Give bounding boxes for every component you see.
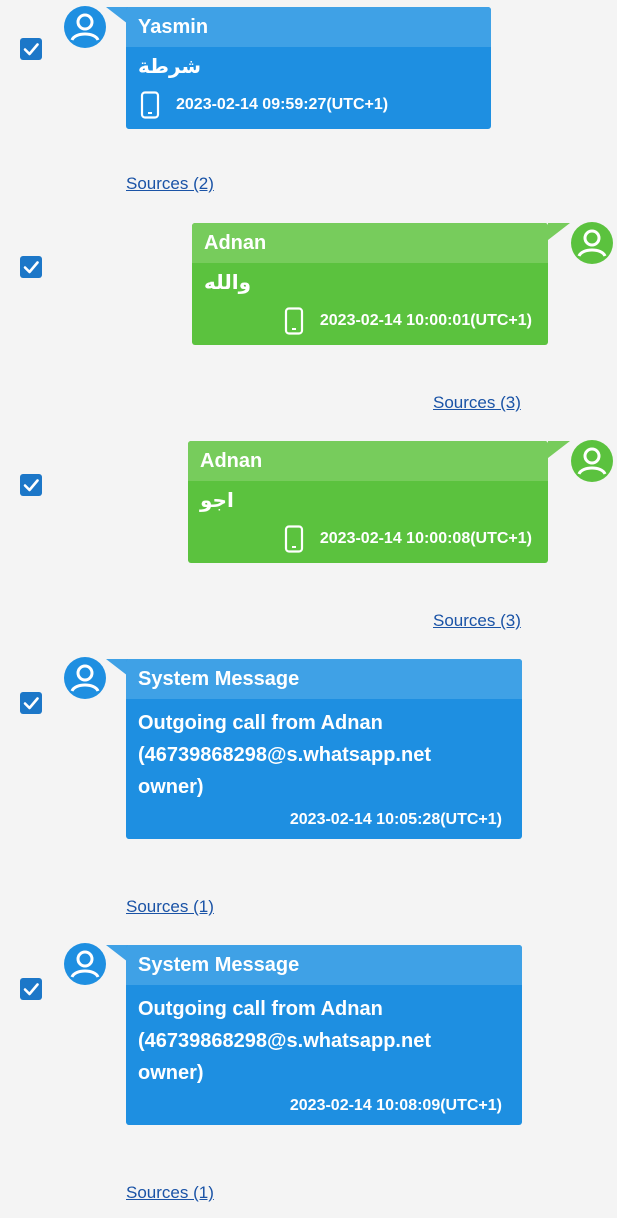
message-checkbox[interactable] (20, 38, 42, 60)
phone-icon (284, 525, 303, 553)
checkmark-icon (23, 983, 39, 996)
checkmark-icon (23, 697, 39, 710)
system-message-text: Outgoing call from Adnan (46739868298@s.… (126, 985, 522, 1091)
phone-icon (284, 307, 303, 335)
sources-link[interactable]: Sources (3) (433, 611, 521, 631)
bubble-tail (106, 7, 128, 24)
message-checkbox[interactable] (20, 692, 42, 714)
avatar (571, 440, 613, 482)
user-avatar-icon (64, 943, 106, 985)
sources-link[interactable]: Sources (1) (126, 1183, 214, 1203)
message-bubble: Adnan والله 2023-02-14 10:00:01(UTC+1) (192, 223, 548, 345)
message-checkbox[interactable] (20, 978, 42, 1000)
message-bubble: System Message Outgoing call from Adnan … (126, 659, 522, 839)
sources-link[interactable]: Sources (2) (126, 174, 214, 194)
message-line: Outgoing call from Adnan (138, 998, 383, 1020)
message-text: والله (204, 272, 252, 294)
avatar (64, 657, 106, 699)
message-meta: 2023-02-14 10:08:09(UTC+1) (126, 1091, 522, 1125)
message-timestamp: 2023-02-14 10:00:08(UTC+1) (319, 530, 532, 547)
message-line: owner) (138, 1062, 204, 1084)
bubble-tail (106, 659, 128, 676)
message-text: شرطة (138, 56, 202, 78)
message-bubble: Yasmin شرطة 2023-02-14 09:59:27(UTC+1) (126, 7, 491, 129)
message-bubble: Adnan اجو 2023-02-14 10:00:08(UTC+1) (188, 441, 548, 563)
bubble-tail (106, 945, 128, 962)
message-meta: 2023-02-14 10:00:08(UTC+1) (188, 519, 548, 563)
message-text: اجو (200, 490, 234, 512)
user-avatar-icon (571, 440, 613, 482)
message-meta: 2023-02-14 09:59:27(UTC+1) (126, 85, 491, 129)
checkmark-icon (23, 43, 39, 56)
phone-icon (140, 91, 160, 119)
message-timestamp: 2023-02-14 10:08:09(UTC+1) (289, 1097, 502, 1114)
message-sender: Yasmin (126, 7, 491, 47)
message-sender: Adnan (192, 223, 548, 263)
message-checkbox[interactable] (20, 256, 42, 278)
sources-link[interactable]: Sources (1) (126, 897, 214, 917)
message-line: (46739868298@s.whatsapp.net (138, 1030, 431, 1052)
message-line: (46739868298@s.whatsapp.net (138, 744, 431, 766)
checkmark-icon (23, 479, 39, 492)
system-message-text: Outgoing call from Adnan (46739868298@s.… (126, 699, 522, 805)
avatar (64, 943, 106, 985)
message-sender: System Message (126, 945, 522, 985)
message-line: owner) (138, 776, 204, 798)
checkmark-icon (23, 261, 39, 274)
user-avatar-icon (64, 6, 106, 48)
message-checkbox[interactable] (20, 474, 42, 496)
user-avatar-icon (571, 222, 613, 264)
message-sender: Adnan (188, 441, 548, 481)
message-timestamp: 2023-02-14 10:00:01(UTC+1) (319, 312, 532, 329)
user-avatar-icon (64, 657, 106, 699)
message-meta: 2023-02-14 10:05:28(UTC+1) (126, 805, 522, 839)
message-sender: System Message (126, 659, 522, 699)
sources-link[interactable]: Sources (3) (433, 393, 521, 413)
bubble-tail (548, 441, 570, 458)
avatar (64, 6, 106, 48)
avatar (571, 222, 613, 264)
message-bubble: System Message Outgoing call from Adnan … (126, 945, 522, 1125)
message-line: Outgoing call from Adnan (138, 712, 383, 734)
message-timestamp: 2023-02-14 09:59:27(UTC+1) (176, 96, 389, 113)
message-meta: 2023-02-14 10:00:01(UTC+1) (192, 301, 548, 345)
message-timestamp: 2023-02-14 10:05:28(UTC+1) (289, 811, 502, 828)
bubble-tail (548, 223, 570, 240)
